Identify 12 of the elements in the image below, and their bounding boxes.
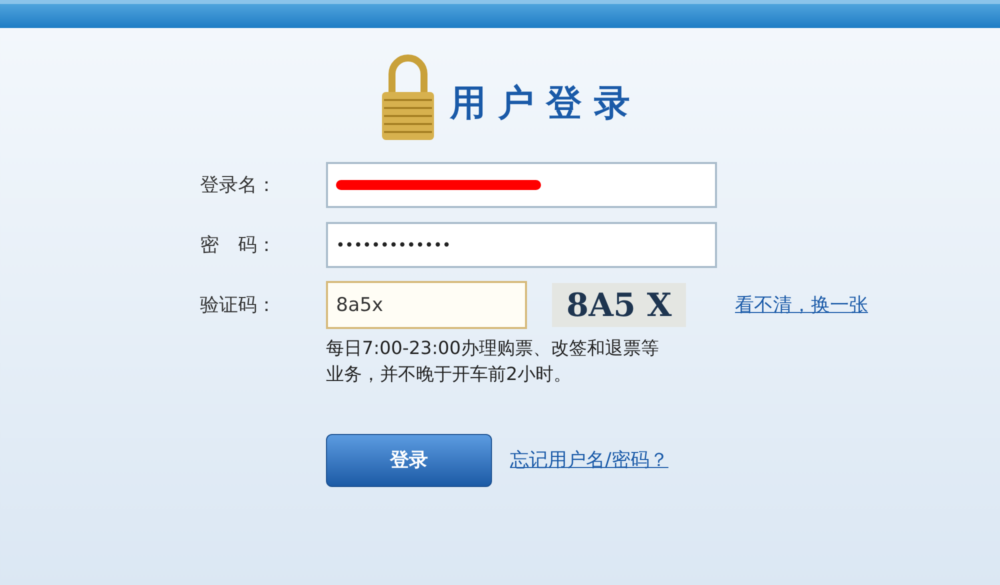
login-title: 用户登录 bbox=[450, 82, 642, 126]
field-label: 密 码： bbox=[200, 232, 277, 258]
refresh-captcha-link[interactable]: 看不清，换一张 bbox=[735, 290, 868, 320]
notice-text: 每日7:00-23:00办理购票、改签和退票等业务，并不晚于开车前2小时。 bbox=[326, 337, 660, 387]
username-field[interactable] bbox=[326, 162, 717, 208]
captcha-image: 8A5 X bbox=[552, 283, 686, 327]
login-button[interactable]: 登录 bbox=[326, 434, 492, 487]
field-label: 验证码： bbox=[200, 292, 277, 318]
forgot-password-link[interactable]: 忘记用户名/密码？ bbox=[510, 446, 668, 475]
field-label: 登录名： bbox=[200, 172, 277, 198]
password-field[interactable]: ••••••••••••• bbox=[326, 222, 717, 268]
captcha-field[interactable]: 8a5x bbox=[326, 281, 527, 329]
